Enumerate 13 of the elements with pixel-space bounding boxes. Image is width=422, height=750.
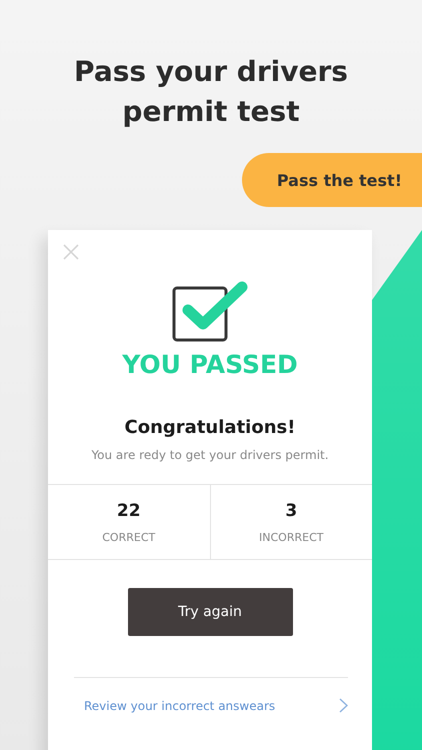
checkbox-tick-icon <box>172 280 248 342</box>
stat-value: 3 <box>285 500 298 520</box>
stat-label: CORRECT <box>102 530 156 544</box>
badge: Pass the test! <box>242 153 422 207</box>
close-icon[interactable] <box>63 244 79 260</box>
chevron-right-icon[interactable] <box>339 698 348 713</box>
stat-label: INCORRECT <box>259 530 324 544</box>
congrats-heading: Congratulations! <box>124 417 296 438</box>
try-again-button[interactable]: Try again <box>128 588 292 636</box>
headline: Pass your drivers permit test <box>73 54 349 130</box>
result-title: YOU PASSED <box>122 350 298 379</box>
stat-value: 22 <box>116 500 141 520</box>
result-message: You are redy to get your drivers permit. <box>91 448 329 462</box>
